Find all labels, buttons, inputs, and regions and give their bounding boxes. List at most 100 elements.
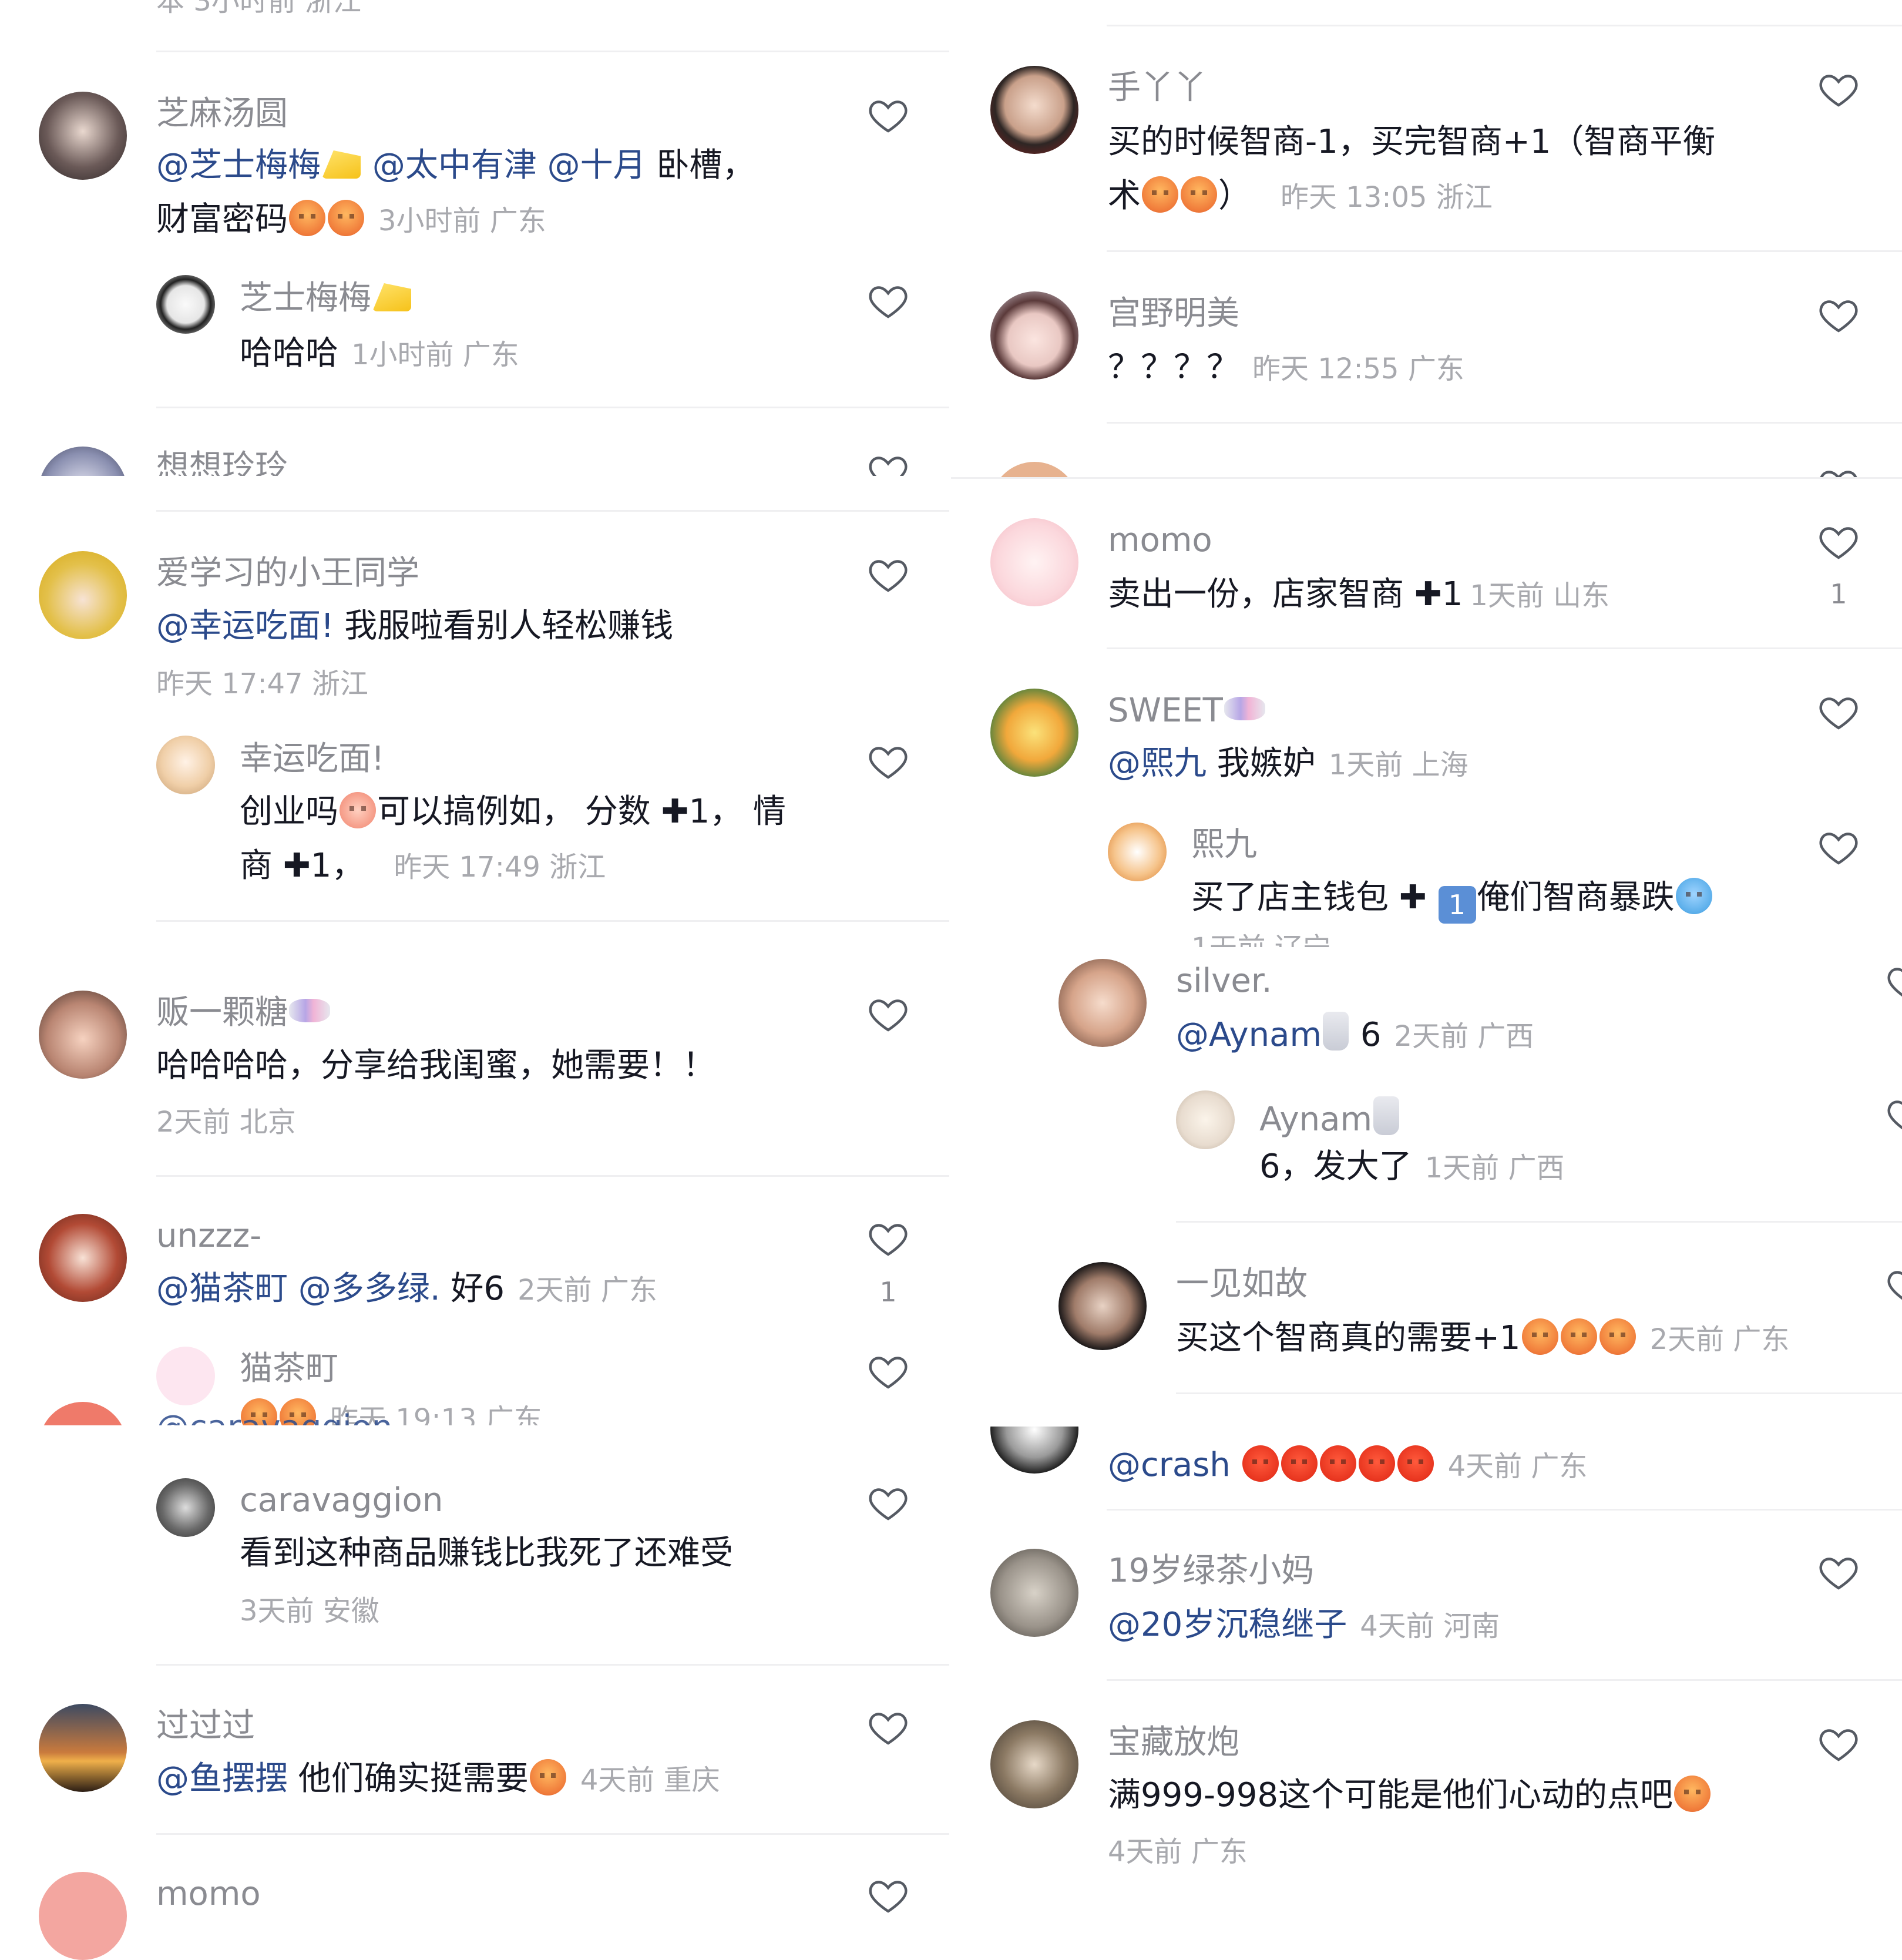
avatar[interactable] bbox=[990, 66, 1078, 154]
username[interactable]: momo bbox=[1108, 524, 1212, 557]
avatar[interactable] bbox=[156, 275, 215, 334]
avatar[interactable] bbox=[39, 1402, 127, 1425]
heart-outline-icon[interactable] bbox=[867, 553, 909, 596]
mention-link[interactable]: @猫茶町 bbox=[156, 1270, 288, 1308]
username[interactable]: 想想玲玲 bbox=[156, 451, 288, 476]
comment-meta: 1小时前 广东 bbox=[351, 338, 519, 371]
username[interactable]: silver. bbox=[1176, 965, 1272, 998]
username[interactable]: SWEET bbox=[1108, 694, 1266, 727]
mention-link[interactable]: @Aynam bbox=[1176, 1016, 1322, 1054]
comment-meta: 4天前 河南 bbox=[1360, 1610, 1500, 1643]
avatar[interactable] bbox=[156, 1478, 215, 1537]
heart-outline-icon[interactable] bbox=[867, 1482, 909, 1524]
heart-outline-icon[interactable] bbox=[1817, 464, 1860, 477]
comment-item-clipped bbox=[951, 455, 1902, 477]
divider bbox=[1107, 647, 1902, 649]
comment-meta: 4天前 广东 bbox=[1447, 1450, 1588, 1483]
heart-outline-icon[interactable] bbox=[1886, 1094, 1902, 1136]
avatar[interactable] bbox=[990, 1427, 1078, 1474]
divider bbox=[1176, 1392, 1902, 1394]
mention-link[interactable]: @熙九 bbox=[1108, 744, 1207, 783]
crying-emoji-icon bbox=[529, 1759, 566, 1795]
comment-meta: 3小时前 广东 bbox=[378, 204, 546, 237]
heart-outline-icon[interactable] bbox=[1817, 521, 1860, 563]
heart-outline-icon[interactable] bbox=[867, 1706, 909, 1748]
username[interactable]: 手丫丫 bbox=[1108, 72, 1207, 105]
divider bbox=[156, 920, 949, 922]
username[interactable]: 幸运吃面! bbox=[240, 743, 384, 776]
crying-emoji-icon bbox=[1599, 1318, 1636, 1355]
avatar[interactable] bbox=[39, 551, 127, 639]
angry-emoji-icon bbox=[1397, 1445, 1434, 1482]
username[interactable]: 猫茶町 bbox=[240, 1352, 338, 1385]
plus-icon: ✚ bbox=[661, 793, 689, 831]
avatar[interactable] bbox=[990, 291, 1078, 380]
avatar[interactable] bbox=[990, 689, 1078, 777]
mention-link[interactable]: @太中有津 bbox=[372, 146, 537, 184]
crying-emoji-icon bbox=[1674, 1776, 1711, 1812]
avatar[interactable] bbox=[990, 462, 1078, 477]
avatar[interactable] bbox=[990, 1720, 1078, 1808]
username[interactable]: 过过过 bbox=[156, 1710, 255, 1743]
comment-text: @crash 4天前 广东 bbox=[1108, 1438, 1754, 1494]
heart-outline-icon[interactable] bbox=[867, 450, 909, 476]
heart-outline-icon[interactable] bbox=[867, 740, 909, 783]
mention-link[interactable]: @芝士梅梅 bbox=[156, 146, 321, 184]
heart-outline-icon[interactable] bbox=[1817, 691, 1860, 733]
divider bbox=[1107, 25, 1902, 26]
heart-outline-icon[interactable] bbox=[1817, 826, 1860, 868]
heart-outline-icon[interactable] bbox=[867, 94, 909, 136]
username[interactable]: momo bbox=[156, 1878, 261, 1911]
avatar[interactable] bbox=[39, 92, 127, 180]
avatar[interactable] bbox=[990, 1549, 1078, 1637]
username[interactable]: 一见如故 bbox=[1176, 1268, 1308, 1301]
heart-outline-icon[interactable] bbox=[867, 1874, 909, 1917]
mention-link[interactable]: @crash bbox=[1108, 1446, 1231, 1484]
heart-outline-icon[interactable] bbox=[1886, 1264, 1902, 1307]
heart-outline-icon[interactable] bbox=[867, 993, 909, 1035]
like-count: 1 bbox=[879, 1276, 897, 1308]
avatar[interactable] bbox=[39, 991, 127, 1079]
username[interactable]: 爱学习的小王同学 bbox=[156, 557, 419, 590]
mention-link[interactable]: @多多绿. bbox=[298, 1270, 441, 1308]
heart-outline-icon[interactable] bbox=[867, 280, 909, 322]
mention-link[interactable]: @鱼摆摆 bbox=[156, 1760, 288, 1798]
avatar[interactable] bbox=[1108, 823, 1167, 881]
username[interactable]: Aynam bbox=[1259, 1096, 1400, 1136]
heart-outline-icon[interactable] bbox=[1817, 68, 1860, 110]
mention-link[interactable]: @十月 bbox=[547, 146, 646, 184]
mention-link[interactable]: @20岁沉稳继子 bbox=[1108, 1606, 1347, 1644]
username[interactable]: 19岁绿茶小妈 bbox=[1108, 1555, 1314, 1588]
avatar[interactable] bbox=[1058, 1262, 1147, 1350]
divider bbox=[156, 1664, 949, 1666]
avatar[interactable] bbox=[39, 1214, 127, 1302]
heart-outline-icon[interactable] bbox=[1817, 1551, 1860, 1593]
username[interactable]: 贩一颗糖 bbox=[156, 996, 331, 1029]
comment-reply-clipped: 熙九 买了店主钱包 ✚ 1俺们智商暴跌 1天前 辽宁 bbox=[951, 817, 1902, 947]
avatar[interactable] bbox=[1176, 1090, 1235, 1149]
username[interactable]: 宝藏放炮 bbox=[1108, 1726, 1239, 1759]
username[interactable]: 宫野明美 bbox=[1108, 297, 1239, 330]
username[interactable]: 芝士梅梅 bbox=[240, 282, 412, 315]
avatar[interactable] bbox=[156, 736, 215, 794]
avatar[interactable] bbox=[1058, 959, 1147, 1047]
like-count: 1 bbox=[1830, 578, 1847, 610]
avatar[interactable] bbox=[39, 1872, 127, 1960]
username[interactable]: unzzz- bbox=[156, 1220, 261, 1253]
avatar[interactable] bbox=[39, 447, 127, 476]
heart-outline-icon[interactable] bbox=[1886, 961, 1902, 1004]
avatar[interactable] bbox=[156, 1347, 215, 1405]
comment-meta: 1天前 广西 bbox=[1424, 1152, 1565, 1184]
avatar[interactable] bbox=[990, 518, 1078, 606]
heart-outline-icon[interactable] bbox=[867, 1217, 909, 1260]
mention-link[interactable]: @幸运吃面! bbox=[156, 607, 334, 645]
keycap-one-icon: 1 bbox=[1438, 886, 1476, 924]
username[interactable]: 芝麻汤圆 bbox=[156, 98, 288, 130]
face-emoji-icon bbox=[1181, 176, 1217, 213]
heart-outline-icon[interactable] bbox=[1817, 294, 1860, 336]
username[interactable]: 熙九 bbox=[1191, 828, 1257, 861]
username[interactable]: caravaggion bbox=[240, 1484, 443, 1517]
heart-outline-icon[interactable] bbox=[867, 1350, 909, 1392]
avatar[interactable] bbox=[39, 1704, 127, 1792]
heart-outline-icon[interactable] bbox=[1817, 1723, 1860, 1765]
